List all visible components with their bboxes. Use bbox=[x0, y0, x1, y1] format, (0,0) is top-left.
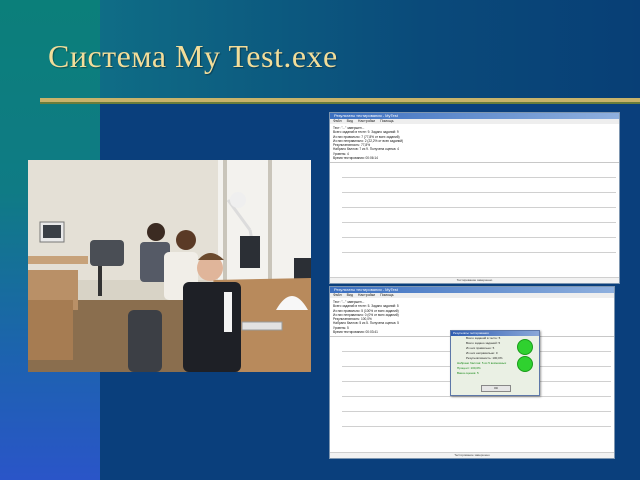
menu-item-help[interactable]: Помощь bbox=[380, 119, 394, 123]
grid-row bbox=[342, 223, 616, 239]
status-bar: Тестирование завершено bbox=[330, 277, 619, 283]
answer-grid bbox=[330, 163, 619, 254]
results-dialog: Результаты тестирования Всего заданий в … bbox=[450, 330, 540, 396]
program-screenshot-dialog: Результаты тестирования - MyTest Файл Ви… bbox=[329, 286, 615, 459]
grid-row bbox=[342, 238, 616, 254]
menu-item-help[interactable]: Помощь bbox=[380, 293, 394, 297]
menu-item-settings[interactable]: Настройки bbox=[358, 293, 375, 297]
result-indicator-icon bbox=[517, 356, 533, 372]
title-underline bbox=[40, 98, 640, 104]
grid-row bbox=[342, 412, 611, 428]
menu-item-view[interactable]: Вид bbox=[347, 293, 353, 297]
menu-item-view[interactable]: Вид bbox=[347, 119, 353, 123]
report-line: Время тестирования: 00:06:14 bbox=[333, 156, 378, 161]
grid-row bbox=[342, 163, 616, 179]
grid-row bbox=[342, 178, 616, 194]
menu-item-file[interactable]: Файл bbox=[333, 119, 342, 123]
classroom-photo bbox=[28, 160, 311, 372]
program-screenshot-results: Результаты тестирования - MyTest Файл Ви… bbox=[329, 112, 620, 284]
grid-row bbox=[342, 208, 616, 224]
menu-item-file[interactable]: Файл bbox=[333, 293, 342, 297]
ok-button[interactable]: ОК bbox=[481, 385, 511, 392]
menu-item-settings[interactable]: Настройки bbox=[358, 119, 375, 123]
result-indicator-icon bbox=[517, 339, 533, 355]
grid-row bbox=[342, 397, 611, 413]
grid-row bbox=[342, 193, 616, 209]
slide-title: Система My Test.exe bbox=[48, 38, 338, 74]
report-text: Тест: "..." завершен... Всего заданий в … bbox=[330, 124, 619, 164]
status-bar: Тестирование завершено bbox=[330, 452, 614, 458]
